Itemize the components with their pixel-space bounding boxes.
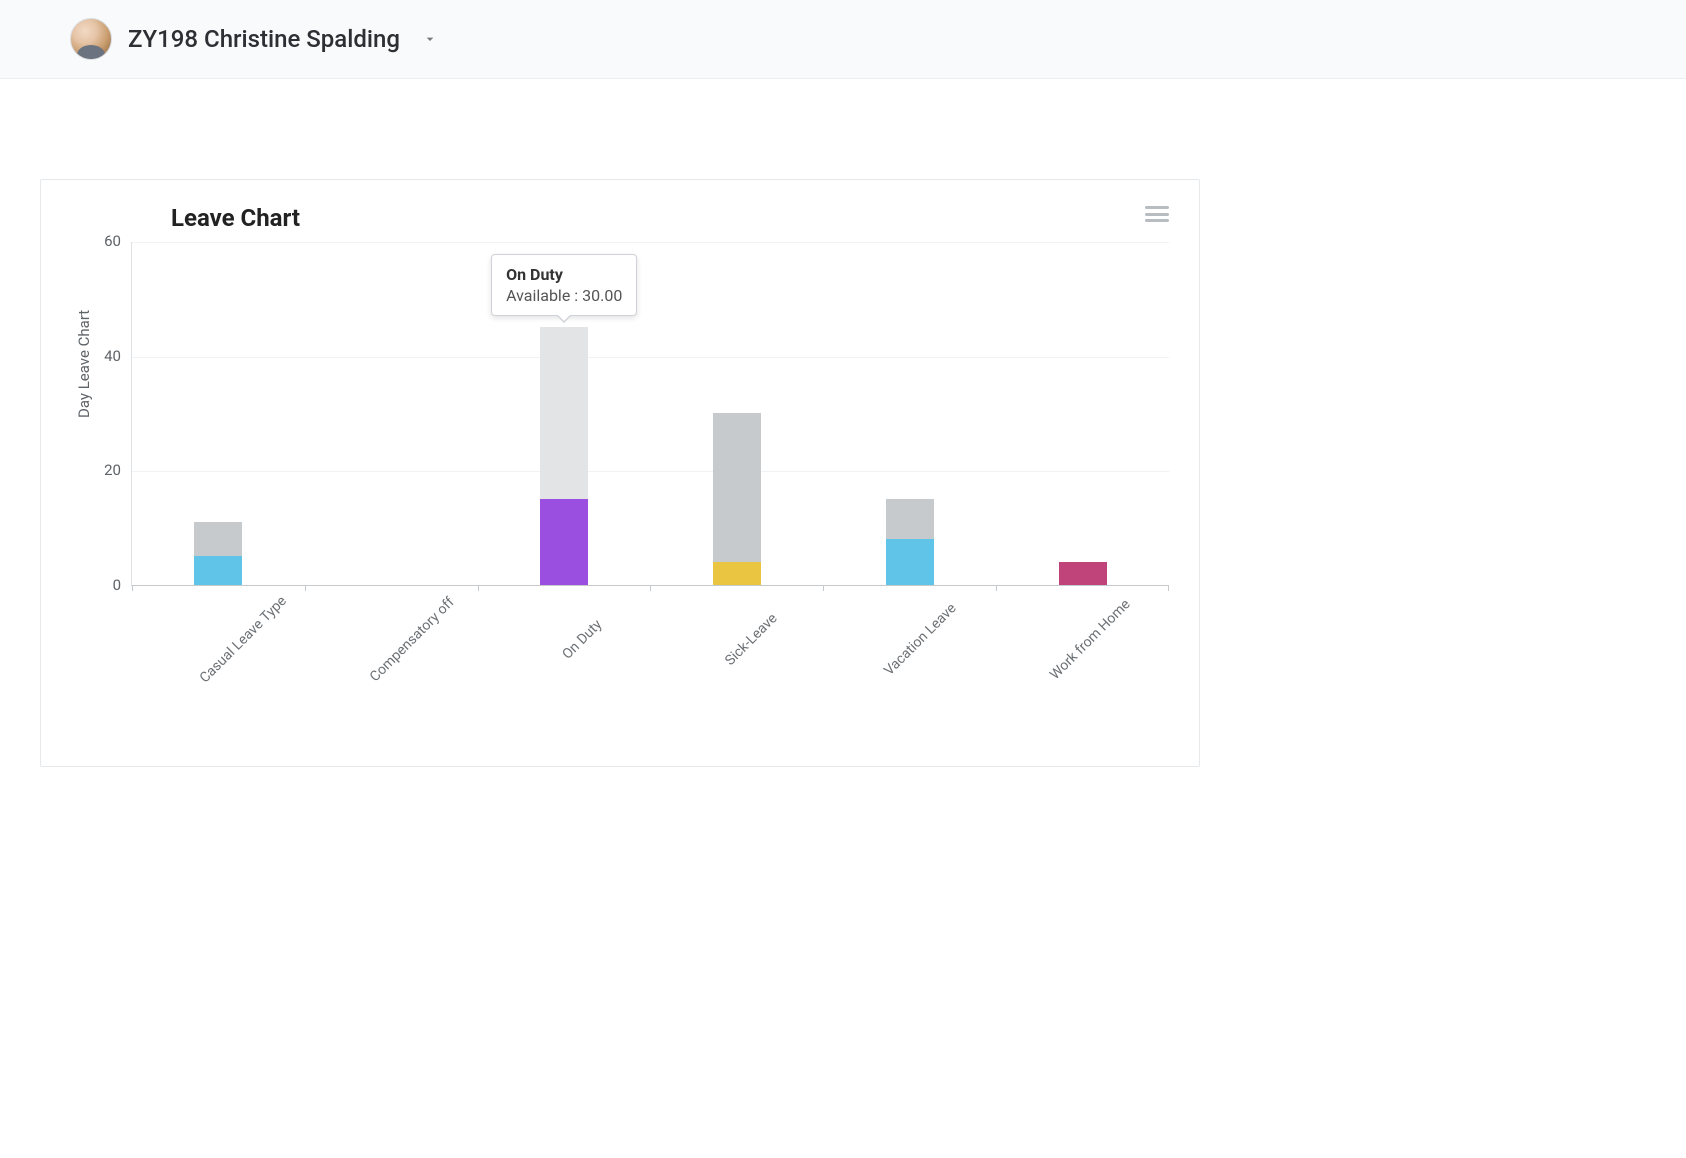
x-tick-label: Sick-Leave (686, 574, 817, 705)
bar-segment-available (886, 499, 934, 539)
bars-row (132, 242, 1169, 585)
x-axis-labels: Casual Leave TypeCompensatory offOn Duty… (153, 604, 1169, 620)
employee-selector-label[interactable]: ZY198 Christine Spalding (128, 25, 400, 53)
stacked-bar (194, 522, 242, 585)
bar-segment-booked (1059, 562, 1107, 585)
x-tick-label: On Duty (516, 574, 647, 705)
page-header: ZY198 Christine Spalding (0, 0, 1686, 79)
content-area: Leave Chart Day Leave Chart 6040200 On D… (0, 79, 1686, 807)
chart-menu-icon[interactable] (1145, 204, 1169, 224)
x-tick-label: Casual Leave Type (178, 574, 309, 705)
stacked-bar (713, 413, 761, 585)
bar-segment-booked (540, 499, 588, 585)
chart-header: Leave Chart (71, 204, 1169, 232)
x-tick-label: Vacation Leave (855, 574, 986, 705)
bar-segment-booked (886, 539, 934, 585)
tooltip-title: On Duty (506, 265, 622, 284)
avatar[interactable] (70, 18, 112, 60)
bar-slot[interactable] (996, 242, 1169, 585)
bar-segment-available (713, 413, 761, 562)
bar-slot[interactable] (823, 242, 996, 585)
bar-segment-booked (194, 556, 242, 585)
stacked-bar (540, 327, 588, 585)
x-tick-label: Compensatory off (347, 574, 478, 705)
bar-slot[interactable] (305, 242, 478, 585)
bar-slot[interactable] (650, 242, 823, 585)
x-axis-labels-wrapper: Casual Leave TypeCompensatory offOn Duty… (71, 586, 1169, 706)
stacked-bar (886, 499, 934, 585)
tooltip-tail (556, 315, 572, 323)
bar-segment-available (194, 522, 242, 556)
bar-segment-available (540, 327, 588, 499)
x-tick-label: Work from Home (1024, 574, 1155, 705)
chart-body: Day Leave Chart 6040200 On Duty Available… (71, 242, 1169, 586)
stacked-bar (1059, 562, 1107, 585)
chart-title: Leave Chart (171, 204, 300, 232)
y-axis-labels: 6040200 (97, 242, 131, 586)
leave-chart-card: Leave Chart Day Leave Chart 6040200 On D… (40, 179, 1200, 767)
plot-area[interactable]: On Duty Available : 30.00 (131, 242, 1169, 586)
bar-slot[interactable] (132, 242, 305, 585)
y-axis-title: Day Leave Chart (71, 274, 97, 454)
chevron-down-icon[interactable] (422, 31, 438, 47)
tooltip-value: Available : 30.00 (506, 286, 622, 305)
chart-tooltip: On Duty Available : 30.00 (491, 254, 637, 316)
bar-segment-booked (713, 562, 761, 585)
